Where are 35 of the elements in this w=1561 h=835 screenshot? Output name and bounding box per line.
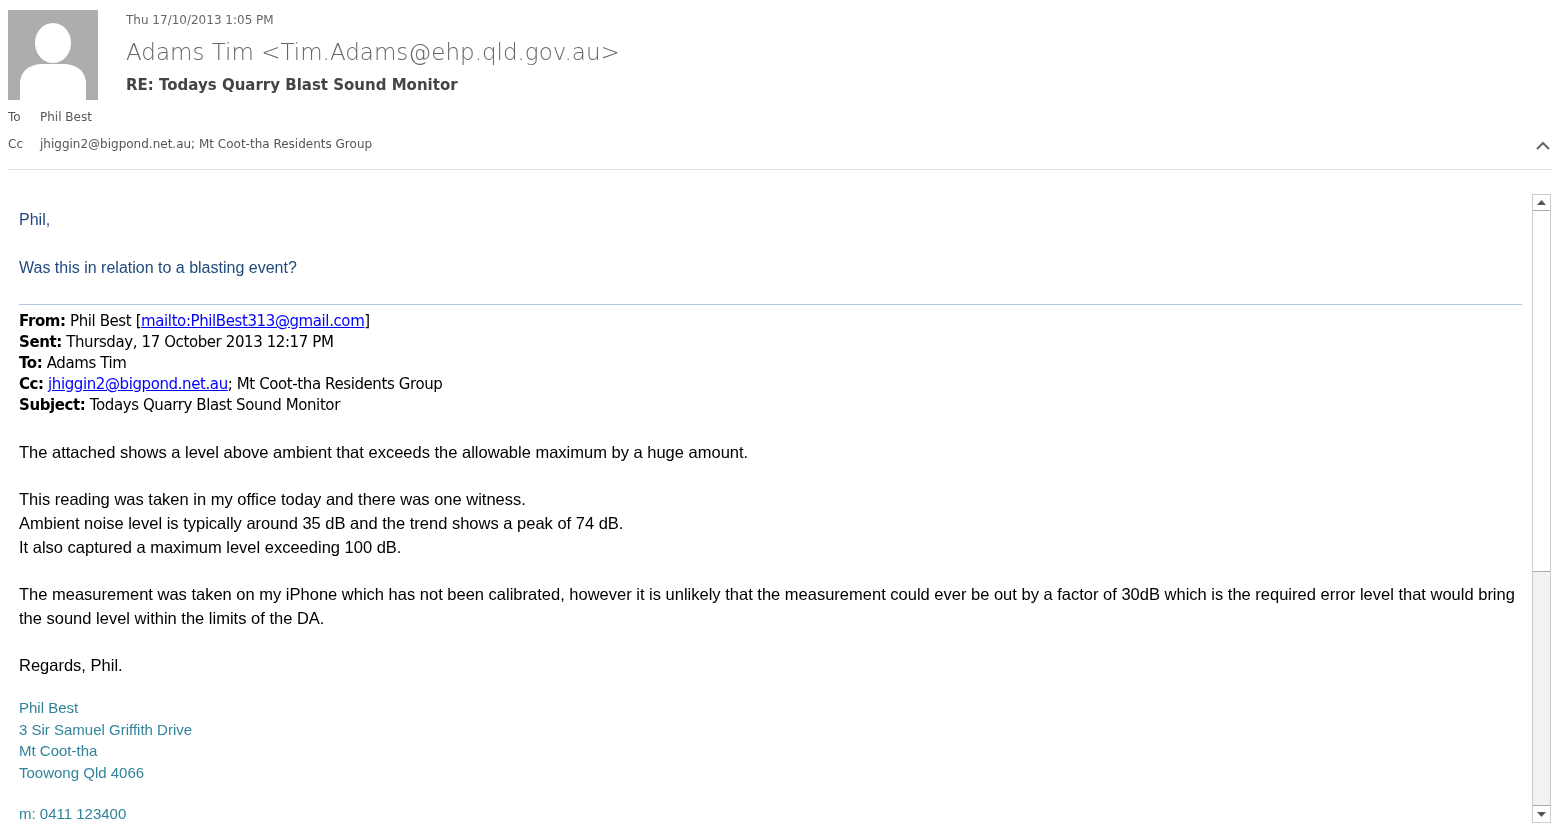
collapse-icon[interactable] [1536, 141, 1550, 150]
sender-name: Adams Tim <Tim.Adams@ehp.qld.gov.au> [126, 38, 620, 67]
scroll-up-button[interactable] [1533, 195, 1550, 211]
body-text: The measurement was taken on my iPhone which has not been calibrated, however it is unlikely that the measurement could ever be out by a factor of 30dB which is the required error level that would bring the sound level within the limits of the DA. [19, 584, 1516, 629]
message-subject: RE: Todays Quarry Blast Sound Monitor [126, 75, 459, 96]
recipient-list: Phil Best [40, 108, 92, 126]
field-label: Cc [8, 136, 24, 153]
header-line: To: Adams Tim [19, 353, 128, 374]
header-line: From: Phil Best [mailto:PhilBest313@gmail.com] [19, 311, 371, 332]
signature-text: Mt Coot-tha [19, 741, 99, 761]
reply-text: Was this in relation to a blasting event? [19, 258, 298, 278]
header-line: Cc: jhiggin2@bigpond.net.au; Mt Coot-tha Residents Group [19, 374, 444, 395]
signature-text: m: 0411 123400 [19, 804, 128, 824]
header-line: Subject: Todays Quarry Blast Sound Monitor [19, 395, 342, 416]
recipient-list: jhiggin2@bigpond.net.au; Mt Coot-tha Residents Group [40, 135, 373, 153]
email-link[interactable]: jhiggin2@bigpond.net.au [48, 375, 228, 393]
avatar-icon [8, 10, 98, 100]
signature-text: Toowong Qld 4066 [19, 762, 146, 783]
body-text: Regards, Phil. [19, 655, 124, 676]
down-arrow-icon [1537, 811, 1546, 817]
body-text: This reading was taken in my office today and there was one witness. [19, 489, 527, 510]
field-label: To [8, 109, 22, 126]
signature-text: 3 Sir Samuel Griffith Drive [19, 719, 194, 740]
signature-text: Phil Best [19, 698, 80, 718]
up-arrow-icon [1537, 200, 1546, 205]
message-date: Thu 17/10/2013 1:05 PM [126, 12, 275, 29]
email-link[interactable]: mailto:PhilBest313@gmail.com [141, 312, 365, 330]
scrollbar[interactable] [1532, 194, 1551, 823]
header-line: Sent: Thursday, 17 October 2013 12:17 PM [19, 332, 335, 353]
scroll-down-button[interactable] [1533, 805, 1550, 822]
body-text: Ambient noise level is typically around 35 dB and the trend shows a peak of 74 dB. [19, 513, 625, 534]
body-text: The attached shows a level above ambient that exceeds the allowable maximum by a huge amount. [19, 442, 750, 463]
body-text: It also captured a maximum level exceeding 100 dB. [19, 537, 403, 558]
scroll-thumb[interactable] [1533, 211, 1550, 572]
reply-text: Phil, [19, 210, 52, 230]
